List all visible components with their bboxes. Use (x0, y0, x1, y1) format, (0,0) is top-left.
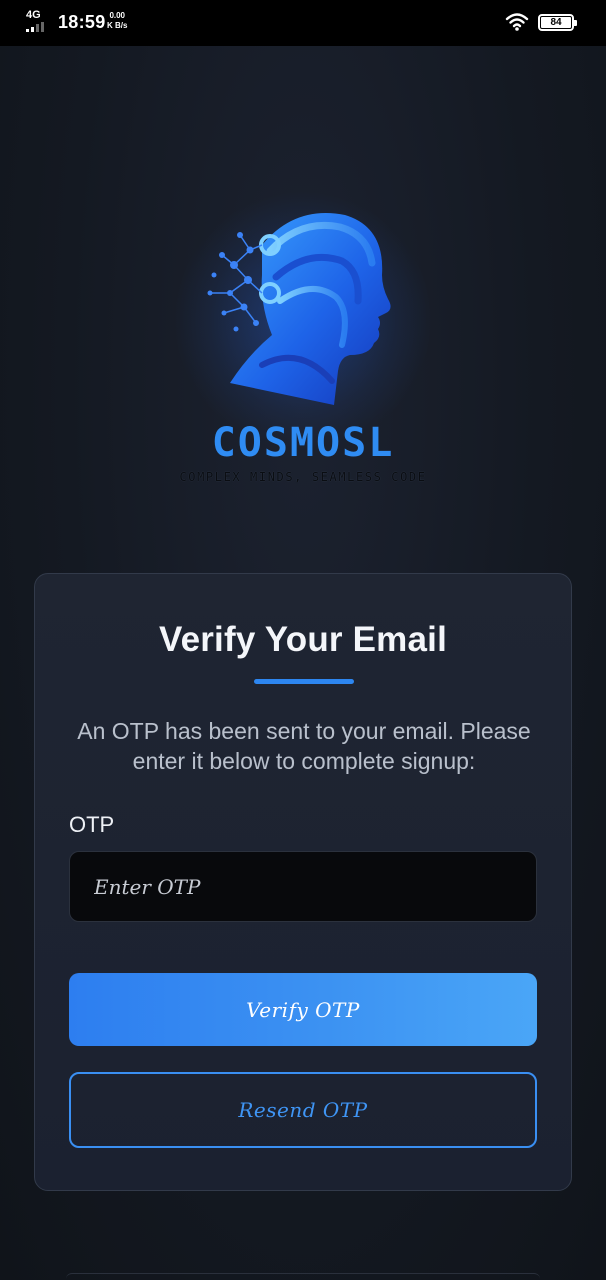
resend-otp-button[interactable]: Resend OTP (69, 1072, 537, 1148)
instructions-text: An OTP has been sent to your email. Plea… (77, 718, 531, 774)
status-bar: 4G 18:59 0.00 K B/s 84 (0, 0, 606, 46)
brand-name: COSMOSL (211, 420, 395, 466)
battery-level: 84 (541, 17, 571, 28)
wifi-icon (505, 13, 529, 31)
battery-icon: 84 (538, 14, 577, 31)
verify-email-screen: 4G 18:59 0.00 K B/s 84 COSMOSL COMPLEX M… (0, 0, 606, 1280)
otp-label: OTP (69, 812, 115, 837)
network-speed-value: 0.00 (109, 11, 126, 20)
network-speed-unit: K B/s (107, 21, 128, 30)
page-title: Verify Your Email (158, 620, 448, 659)
otp-input[interactable] (69, 851, 537, 922)
signal-icon (26, 22, 44, 32)
bottom-sheet-edge (66, 1273, 540, 1280)
brand-tagline: COMPLEX MINDS, SEAMLESS CODE (179, 470, 427, 484)
ai-head-circuit-icon (207, 213, 391, 405)
network-type: 4G (26, 9, 41, 21)
verify-otp-button[interactable]: Verify OTP (69, 973, 537, 1046)
clock-time: 18:59 (58, 12, 106, 32)
verify-email-card: Verify Your Email An OTP has been sent t… (34, 573, 572, 1191)
title-underline (254, 679, 354, 684)
network-speed: 0.00 K B/s (107, 11, 127, 31)
